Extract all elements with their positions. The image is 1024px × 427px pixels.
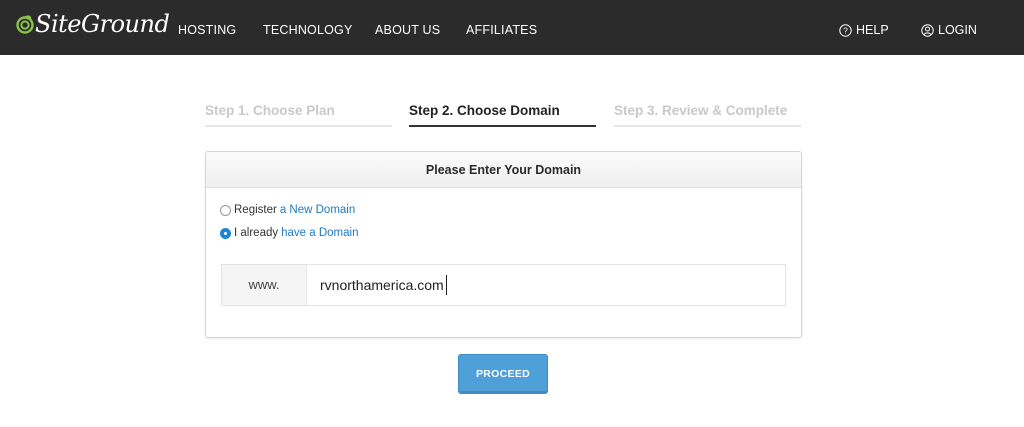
nav-affiliates[interactable]: AFFILIATES (466, 23, 537, 37)
user-circle-icon (921, 23, 934, 37)
help-label: HELP (856, 23, 889, 37)
nav-hosting[interactable]: HOSTING (178, 23, 236, 37)
logo-swirl-icon (16, 15, 34, 34)
help-link[interactable]: ? HELP (839, 23, 889, 37)
top-navigation-bar: SiteGround HOSTING TECHNOLOGY ABOUT US A… (0, 0, 1024, 55)
step-review-complete: Step 3. Review & Complete (614, 103, 801, 127)
nav-technology[interactable]: TECHNOLOGY (263, 23, 353, 37)
option-register-new-domain[interactable]: Register a New Domain (220, 204, 355, 216)
card-title: Please Enter Your Domain (206, 152, 801, 188)
logo-text: SiteGround (35, 10, 170, 38)
option-register-prefix: Register (234, 204, 277, 216)
domain-card: Please Enter Your Domain Register a New … (205, 151, 802, 338)
step-choose-domain: Step 2. Choose Domain (409, 103, 596, 127)
option-existing-domain[interactable]: I already have a Domain (220, 227, 358, 239)
proceed-button[interactable]: PROCEED (458, 354, 548, 394)
login-link[interactable]: LOGIN (921, 23, 977, 37)
text-caret (446, 275, 447, 295)
www-prefix: www. (222, 265, 307, 305)
new-domain-link[interactable]: a New Domain (280, 204, 355, 216)
nav-about-us[interactable]: ABOUT US (375, 23, 440, 37)
radio-register-new[interactable] (220, 204, 231, 216)
radio-existing-domain[interactable] (220, 227, 231, 239)
option-existing-prefix: I already (234, 227, 279, 239)
question-circle-icon: ? (839, 23, 852, 37)
login-label: LOGIN (938, 23, 977, 37)
svg-text:?: ? (843, 25, 848, 35)
have-domain-link[interactable]: have a Domain (281, 227, 358, 239)
step-choose-plan: Step 1. Choose Plan (205, 103, 392, 127)
domain-input-group: www. (221, 264, 786, 306)
domain-input[interactable] (308, 265, 785, 305)
siteground-logo[interactable]: SiteGround (16, 8, 170, 40)
